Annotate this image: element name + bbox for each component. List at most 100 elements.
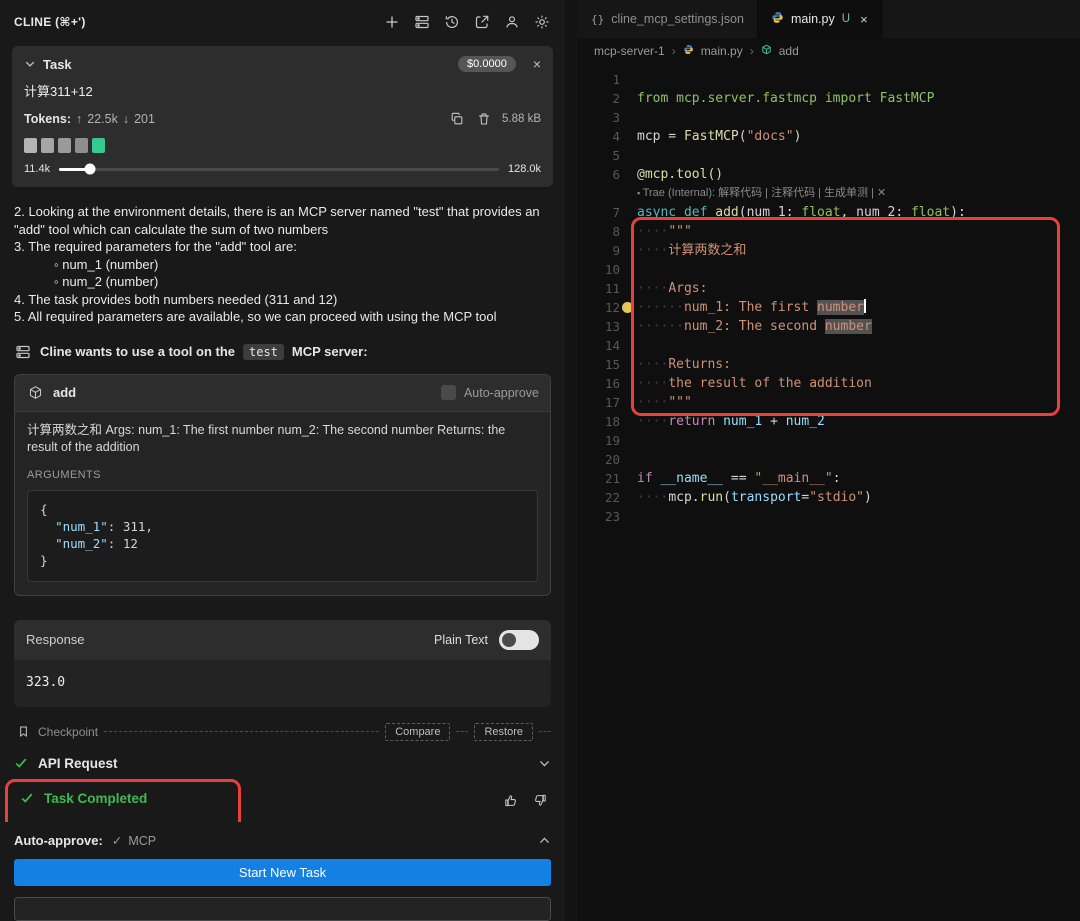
copy-icon[interactable] xyxy=(448,110,466,128)
line-number: 14 xyxy=(578,336,620,355)
line-number: 2 xyxy=(578,89,620,108)
line-number: 3 xyxy=(578,108,620,127)
code-area: 12from mcp.server.fastmcp import FastMCP… xyxy=(578,64,1080,921)
code-line: 1 xyxy=(578,70,1080,89)
account-icon[interactable] xyxy=(503,13,521,31)
tool-cube-icon xyxy=(26,384,44,402)
mcp-servers-icon[interactable] xyxy=(413,13,431,31)
reasoning-item: 3. The required parameters for the "add"… xyxy=(14,238,551,256)
code-line: 22····mcp.run(transport="stdio") xyxy=(578,488,1080,507)
task-card: Task $0.0000 × 计算311+12 Tokens: ↑ 22.5k … xyxy=(12,46,553,187)
code-line: 21if __name__ == "__main__": xyxy=(578,469,1080,488)
panel-divider[interactable] xyxy=(565,0,578,921)
auto-approve-row[interactable]: Auto-approve: ✓ MCP xyxy=(14,826,551,859)
api-request-row[interactable]: API Request xyxy=(14,756,551,771)
code-line: 6@mcp.tool() xyxy=(578,165,1080,184)
plain-text-label: Plain Text xyxy=(434,633,488,647)
tool-card: add Auto-approve 计算两数之和 Args: num_1: The… xyxy=(14,374,551,596)
compare-button[interactable]: Compare xyxy=(385,723,450,741)
json-icon: {} xyxy=(591,13,604,26)
tool-request-header: Cline wants to use a tool on the test MC… xyxy=(14,343,551,361)
task-close-icon[interactable]: × xyxy=(533,57,541,71)
tokens-down-value: 201 xyxy=(134,112,155,126)
breadcrumb-folder[interactable]: mcp-server-1 xyxy=(594,44,665,58)
restore-button[interactable]: Restore xyxy=(474,723,533,741)
code-line: 20 xyxy=(578,450,1080,469)
code-line: 3 xyxy=(578,108,1080,127)
check-icon xyxy=(20,791,34,805)
checkpoint-label: Checkpoint xyxy=(38,725,98,739)
reasoning-item: 4. The task provides both numbers needed… xyxy=(14,291,551,309)
thumbs-down-icon[interactable] xyxy=(531,792,549,810)
inline-hint-text[interactable]: Trae (Internal): 解释代码 | 注释代码 | 生成单测 | ✕ xyxy=(643,187,887,199)
delete-icon[interactable] xyxy=(475,110,493,128)
chat-input[interactable] xyxy=(14,897,551,921)
argument-line: "num_2": 12 xyxy=(40,535,525,552)
breadcrumb-file[interactable]: main.py xyxy=(701,44,743,58)
reasoning-item: 2. Looking at the environment details, t… xyxy=(14,203,551,238)
code-line: 18····return num_1 + num_2 xyxy=(578,412,1080,431)
line-number: 18 xyxy=(578,412,620,431)
conversation-scroll: 2. Looking at the environment details, t… xyxy=(0,195,565,822)
sidebar-header: CLINE (⌘+') xyxy=(0,0,565,44)
context-block xyxy=(58,138,71,153)
tokens-up-value: 22.5k xyxy=(87,112,118,126)
history-icon[interactable] xyxy=(443,13,461,31)
new-task-icon[interactable] xyxy=(383,13,401,31)
line-number: 19 xyxy=(578,431,620,450)
line-number: 17 xyxy=(578,393,620,412)
auto-approve-checkbox[interactable] xyxy=(441,385,456,400)
tab-cline-mcp-settings[interactable]: {} cline_mcp_settings.json xyxy=(578,0,758,38)
api-request-label: API Request xyxy=(38,756,118,771)
code-line: 19 xyxy=(578,431,1080,450)
breadcrumb-separator: › xyxy=(750,44,754,58)
lightbulb-icon[interactable] xyxy=(622,302,633,313)
breadcrumb: mcp-server-1 › main.py › add xyxy=(578,38,1080,64)
code-lines: 12from mcp.server.fastmcp import FastMCP… xyxy=(578,70,1080,526)
tab-main-py[interactable]: main.py U × xyxy=(758,0,882,38)
line-number: 7 xyxy=(578,203,620,222)
sidebar-footer: Auto-approve: ✓ MCP Start New Task xyxy=(0,822,565,921)
breadcrumb-symbol[interactable]: add xyxy=(779,44,799,58)
breadcrumb-separator: › xyxy=(672,44,676,58)
context-slider-knob[interactable] xyxy=(84,164,95,175)
code-line: 11····Args: xyxy=(578,279,1080,298)
line-number: 23 xyxy=(578,507,620,526)
settings-gear-icon[interactable] xyxy=(533,13,551,31)
check-icon xyxy=(14,756,28,770)
checkpoint-bookmark-icon xyxy=(14,723,32,741)
code-line: 5 xyxy=(578,146,1080,165)
plain-text-toggle[interactable] xyxy=(499,630,539,650)
response-card: Response Plain Text 323.0 xyxy=(14,620,551,707)
line-number: 12 xyxy=(578,298,620,317)
mcp-server-icon xyxy=(14,343,32,361)
open-in-editor-icon[interactable] xyxy=(473,13,491,31)
context-slider-track[interactable] xyxy=(59,168,499,171)
task-prompt: 计算311+12 xyxy=(24,81,541,100)
context-block xyxy=(41,138,54,153)
chevron-down-icon[interactable] xyxy=(538,757,551,770)
reasoning-list: 2. Looking at the environment details, t… xyxy=(14,203,551,326)
argument-line: } xyxy=(40,552,525,569)
line-number: 10 xyxy=(578,260,620,279)
tab-label: main.py xyxy=(791,12,835,26)
line-number: 6 xyxy=(578,165,620,184)
symbol-cube-icon xyxy=(761,44,772,58)
tokens-label: Tokens: xyxy=(24,112,71,126)
tab-label: cline_mcp_settings.json xyxy=(611,12,744,26)
reasoning-item: ◦ num_2 (number) xyxy=(14,273,551,291)
task-completed-annotation: Task Completed The sum of 311 and 12 is … xyxy=(5,779,241,823)
start-new-task-button[interactable]: Start New Task xyxy=(14,859,551,886)
task-collapse-chevron-icon[interactable] xyxy=(24,58,36,70)
context-max: 128.0k xyxy=(508,163,541,175)
tokens-row: Tokens: ↑ 22.5k ↓ 201 5.88 kB xyxy=(24,110,541,128)
tab-close-icon[interactable]: × xyxy=(860,12,868,27)
chevron-up-icon[interactable] xyxy=(538,834,551,847)
thumbs-up-icon[interactable] xyxy=(501,792,519,810)
cline-sidebar: CLINE (⌘+') Task $0.0000 × 计算311+12 Toke… xyxy=(0,0,565,921)
code-editor: {} cline_mcp_settings.json main.py U × m… xyxy=(578,0,1080,921)
code-line: 2from mcp.server.fastmcp import FastMCP xyxy=(578,89,1080,108)
line-number: 4 xyxy=(578,127,620,146)
argument-line: { xyxy=(40,501,525,518)
response-title: Response xyxy=(26,632,85,647)
